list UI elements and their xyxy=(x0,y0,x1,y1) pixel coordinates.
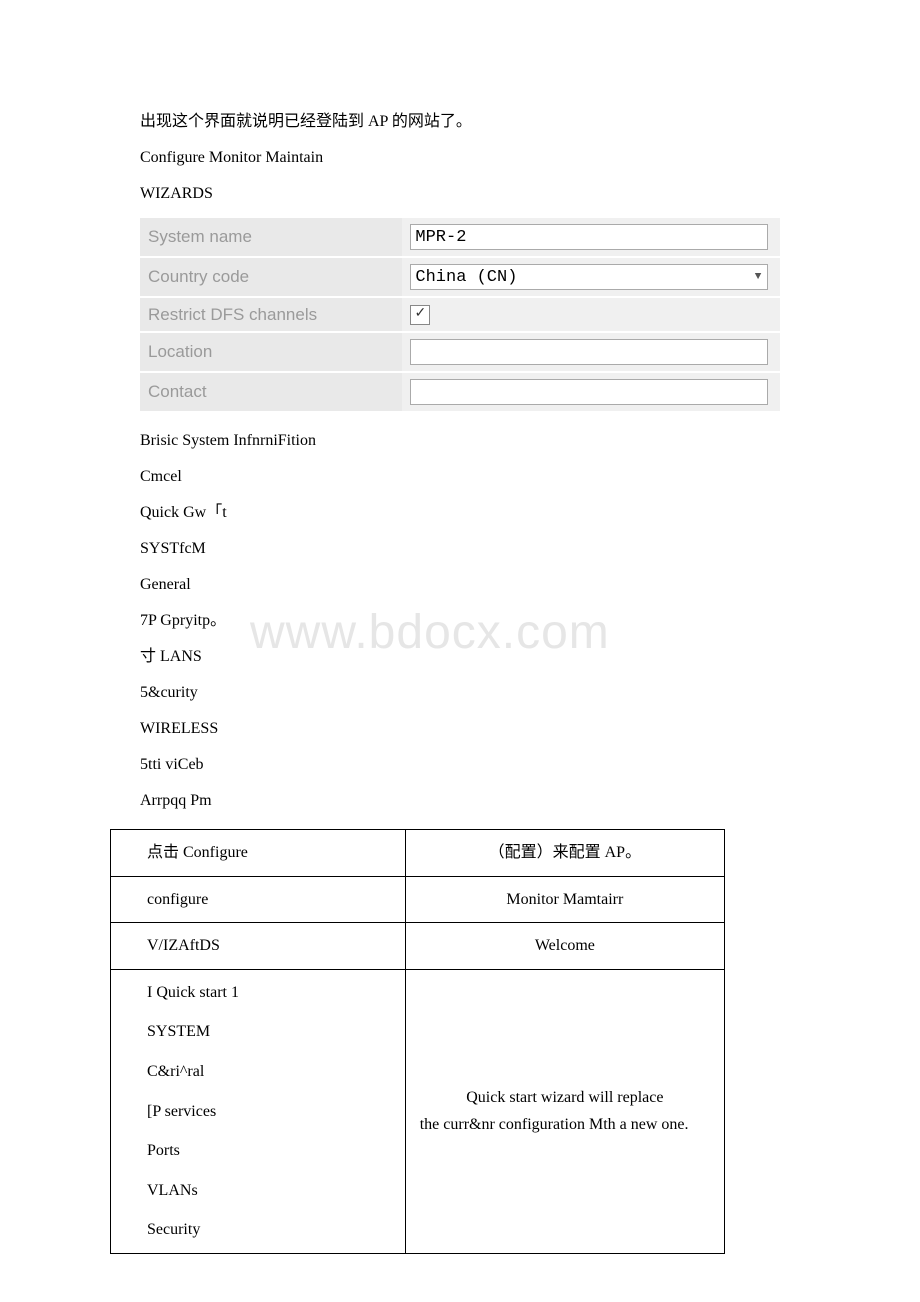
label-restrict-dfs: Restrict DFS channels xyxy=(140,297,402,332)
table-cell: V/IZAftDS xyxy=(111,923,406,970)
label-country-code: Country code xyxy=(140,257,402,297)
text-line: 7P Gpryitp。 xyxy=(140,609,780,633)
text-line: WIRELESS xyxy=(140,717,780,741)
text-line: Cmcel xyxy=(140,465,780,489)
text-line: Brisic System InfnrniFition xyxy=(140,429,780,453)
list-item: Ports xyxy=(147,1138,391,1164)
text-line: Arrpqq Pm xyxy=(140,789,780,813)
restrict-dfs-checkbox[interactable] xyxy=(410,305,430,325)
paragraph-line: Quick start wizard will replace xyxy=(420,1085,710,1111)
label-system-name: System name xyxy=(140,218,402,257)
country-code-select[interactable]: China (CN) ▼ xyxy=(410,264,768,290)
nav-line: Configure Monitor Maintain xyxy=(140,146,780,170)
list-item: SYSTEM xyxy=(147,1019,391,1045)
text-line: SYSTfcM xyxy=(140,537,780,561)
label-contact: Contact xyxy=(140,372,402,412)
text-line: 5&curity xyxy=(140,681,780,705)
paragraph-line: the curr&nr configuration Mth a new one. xyxy=(420,1112,710,1138)
text-line: 5tti viCeb xyxy=(140,753,780,777)
table-cell: I Quick start 1 SYSTEM C&ri^ral [P servi… xyxy=(111,969,406,1253)
table-cell: 点击 Configure xyxy=(111,830,406,877)
list-item: VLANs xyxy=(147,1178,391,1204)
table-cell: configure xyxy=(111,876,406,923)
table-cell: Quick start wizard will replace the curr… xyxy=(405,969,724,1253)
text-line: 寸 LANS xyxy=(140,645,780,669)
label-location: Location xyxy=(140,332,402,372)
list-item: C&ri^ral xyxy=(147,1059,391,1085)
list-item: [P services xyxy=(147,1099,391,1125)
intro-text: 出现这个界面就说明已经登陆到 AP 的网站了。 xyxy=(140,110,780,134)
list-item: I Quick start 1 xyxy=(147,980,391,1006)
config-form-table: System name Country code China (CN) ▼ Re… xyxy=(140,218,780,413)
text-line: General xyxy=(140,573,780,597)
table-cell: Welcome xyxy=(405,923,724,970)
list-item: Security xyxy=(147,1217,391,1243)
table-cell: Monitor Mamtairr xyxy=(405,876,724,923)
country-code-value: China (CN) xyxy=(415,268,517,287)
wizards-heading: WIZARDS xyxy=(140,182,780,206)
location-input[interactable] xyxy=(410,339,768,365)
contact-input[interactable] xyxy=(410,379,768,405)
system-name-input[interactable] xyxy=(410,224,768,250)
text-line: Quick Gw「t xyxy=(140,501,780,525)
doc-table: 点击 Configure （配置）来配置 AP。 configure Monit… xyxy=(110,829,725,1254)
chevron-down-icon: ▼ xyxy=(755,271,762,283)
table-cell: （配置）来配置 AP。 xyxy=(405,830,724,877)
